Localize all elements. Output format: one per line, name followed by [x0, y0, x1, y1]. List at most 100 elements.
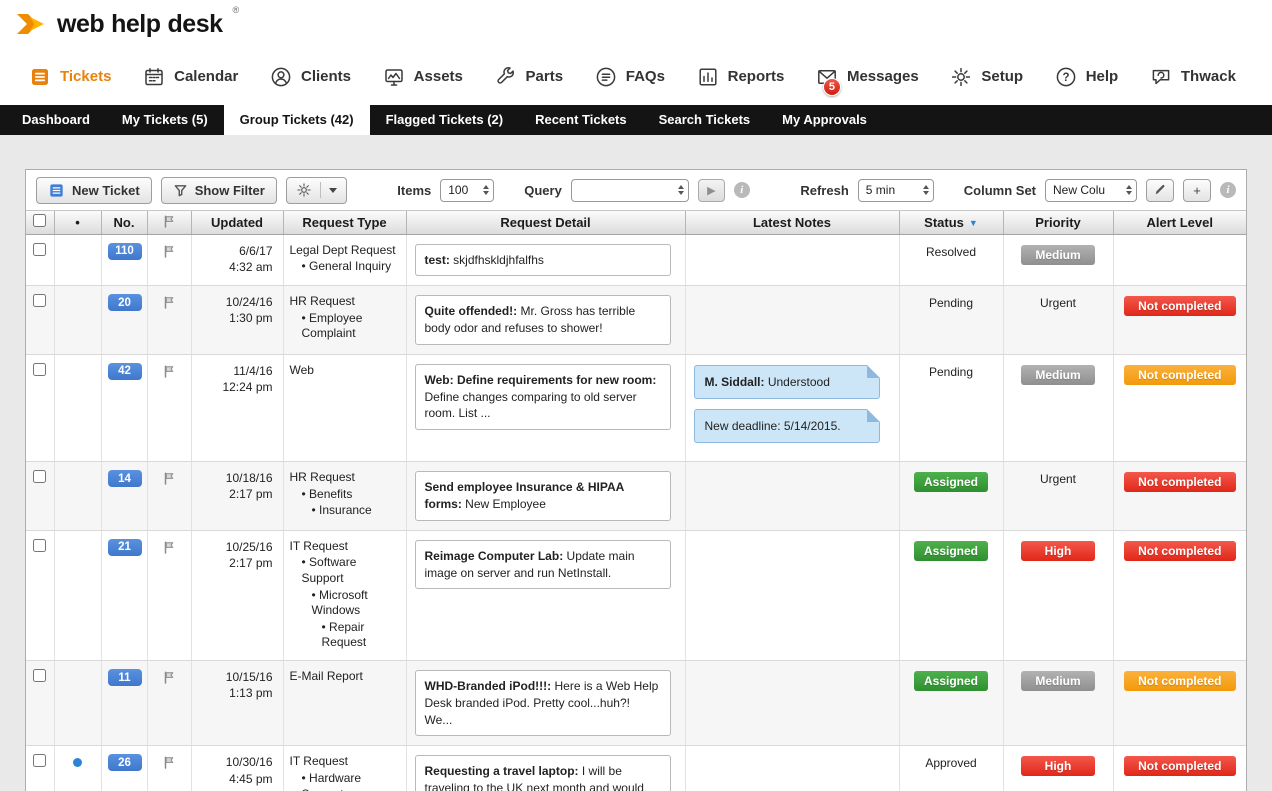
status-badge: Assigned [914, 541, 988, 561]
tab-group-tickets-42[interactable]: Group Tickets (42) [224, 105, 370, 135]
flag-icon[interactable] [162, 755, 176, 772]
header-latest-notes[interactable]: Latest Notes [685, 211, 899, 234]
updated-date: 10/25/16 [198, 539, 277, 555]
items-select[interactable]: 100 [440, 179, 494, 202]
nav-item-help[interactable]: ?Help [1054, 65, 1119, 89]
note-text: New deadline: 5/14/2015. [705, 419, 841, 433]
row-select-cell [26, 661, 54, 746]
app-logo-text: web help desk [57, 10, 223, 39]
nav-item-setup[interactable]: Setup [949, 65, 1023, 89]
ticket-number-badge[interactable]: 14 [108, 470, 142, 487]
updated-time: 4:32 am [198, 259, 277, 275]
ticket-number-badge[interactable]: 21 [108, 539, 142, 556]
ticket-number-badge[interactable]: 11 [108, 669, 142, 686]
updated-date: 10/24/16 [198, 294, 277, 310]
row-checkbox[interactable] [33, 669, 46, 682]
priority-badge: Medium [1021, 245, 1095, 265]
request-detail-box[interactable]: Reimage Computer Lab: Update main image … [415, 540, 671, 590]
header-priority[interactable]: Priority [1003, 211, 1113, 234]
clients-icon [269, 65, 293, 89]
priority-cell: High [1003, 530, 1113, 660]
nav-item-label: Reports [728, 68, 785, 85]
header-alert-level[interactable]: Alert Level [1113, 211, 1246, 234]
header-updated[interactable]: Updated [191, 211, 283, 234]
nav-item-calendar[interactable]: Calendar [142, 65, 238, 89]
page: { "brand": { "name_parts": ["web", "help… [0, 0, 1272, 791]
request-detail-box[interactable]: test: skjdfhskldjhfalfhs [415, 244, 671, 277]
header-status-label: Status [924, 215, 964, 230]
request-detail-box[interactable]: WHD-Branded iPod!!!: Here is a Web Help … [415, 670, 671, 736]
run-query-button[interactable]: ▶ [698, 179, 725, 202]
request-detail-box[interactable]: Send employee Insurance & HIPAA forms: N… [415, 471, 671, 521]
request-detail-box[interactable]: Quite offended!: Mr. Gross has terrible … [415, 295, 671, 345]
table-options-button[interactable] [286, 177, 347, 204]
header-request-type[interactable]: Request Type [283, 211, 406, 234]
status-text: Pending [929, 296, 973, 310]
tab-my-tickets-5[interactable]: My Tickets (5) [106, 105, 224, 135]
header-status[interactable]: Status▼ [899, 211, 1003, 234]
note-callout[interactable]: New deadline: 5/14/2015. [694, 409, 880, 443]
request-detail-box[interactable]: Web: Define requirements for new room: D… [415, 364, 671, 430]
flag-icon[interactable] [162, 244, 176, 261]
row-checkbox[interactable] [33, 470, 46, 483]
edit-column-set-button[interactable] [1146, 179, 1174, 202]
new-ticket-button[interactable]: New Ticket [36, 177, 152, 204]
request-type-cell: Web [283, 354, 406, 461]
row-checkbox[interactable] [33, 243, 46, 256]
flag-icon[interactable] [162, 670, 176, 687]
status-badge: Assigned [914, 671, 988, 691]
refresh-select[interactable]: 5 min [858, 179, 934, 202]
nav-item-reports[interactable]: Reports [696, 65, 785, 89]
flag-icon[interactable] [162, 364, 176, 381]
select-all-checkbox[interactable] [33, 214, 46, 227]
row-checkbox[interactable] [33, 754, 46, 767]
row-checkbox[interactable] [33, 539, 46, 552]
nav-item-tickets[interactable]: Tickets [28, 65, 111, 89]
latest-notes-cell [685, 462, 899, 531]
nav-item-assets[interactable]: Assets [382, 65, 463, 89]
header-no[interactable]: No. [101, 211, 147, 234]
header-flag[interactable] [147, 211, 191, 234]
column-set-select[interactable]: New Colu [1045, 179, 1137, 202]
nav-item-faqs[interactable]: FAQs [594, 65, 665, 89]
add-column-set-button[interactable]: + [1183, 179, 1211, 202]
tab-my-approvals[interactable]: My Approvals [766, 105, 883, 135]
request-type-item: HR Request [290, 294, 400, 310]
ticket-number-badge[interactable]: 42 [108, 363, 142, 380]
stepper-icon [483, 185, 489, 195]
header-unread[interactable]: • [54, 211, 101, 234]
request-type-item: • Employee Complaint [290, 311, 400, 342]
header-request-detail[interactable]: Request Detail [406, 211, 685, 234]
column-set-value: New Colu [1053, 183, 1121, 197]
flag-icon[interactable] [162, 540, 176, 557]
ticket-number-badge[interactable]: 110 [108, 243, 142, 260]
updated-cell: 10/15/161:13 pm [191, 661, 283, 746]
ticket-number-badge[interactable]: 26 [108, 754, 142, 771]
tab-search-tickets[interactable]: Search Tickets [643, 105, 767, 135]
query-info-icon[interactable]: i [734, 182, 750, 198]
column-set-info-icon[interactable]: i [1220, 182, 1236, 198]
nav-item-messages[interactable]: 5Messages [815, 65, 919, 89]
nav-item-thwack[interactable]: Thwack [1149, 65, 1236, 89]
latest-notes-cell [685, 530, 899, 660]
nav-item-parts[interactable]: Parts [494, 65, 564, 89]
show-filter-button[interactable]: Show Filter [161, 177, 277, 204]
tab-recent-tickets[interactable]: Recent Tickets [519, 105, 643, 135]
nav-item-clients[interactable]: Clients [269, 65, 351, 89]
request-type-item: HR Request [290, 470, 400, 486]
priority-badge: High [1021, 756, 1095, 776]
note-callout[interactable]: M. Siddall: Understood [694, 365, 880, 399]
flag-icon[interactable] [162, 295, 176, 312]
ticket-number-cell: 21 [101, 530, 147, 660]
tab-dashboard[interactable]: Dashboard [6, 105, 106, 135]
row-checkbox[interactable] [33, 294, 46, 307]
flag-icon[interactable] [162, 471, 176, 488]
ticket-number-cell: 20 [101, 286, 147, 355]
ticket-number-badge[interactable]: 20 [108, 294, 142, 311]
alert-level-cell: Not completed [1113, 661, 1246, 746]
tab-flagged-tickets-2[interactable]: Flagged Tickets (2) [370, 105, 520, 135]
request-detail-cell: test: skjdfhskldjhfalfhs [406, 234, 685, 286]
request-detail-box[interactable]: Requesting a travel laptop: I will be tr… [415, 755, 671, 791]
query-select[interactable] [571, 179, 689, 202]
row-checkbox[interactable] [33, 363, 46, 376]
